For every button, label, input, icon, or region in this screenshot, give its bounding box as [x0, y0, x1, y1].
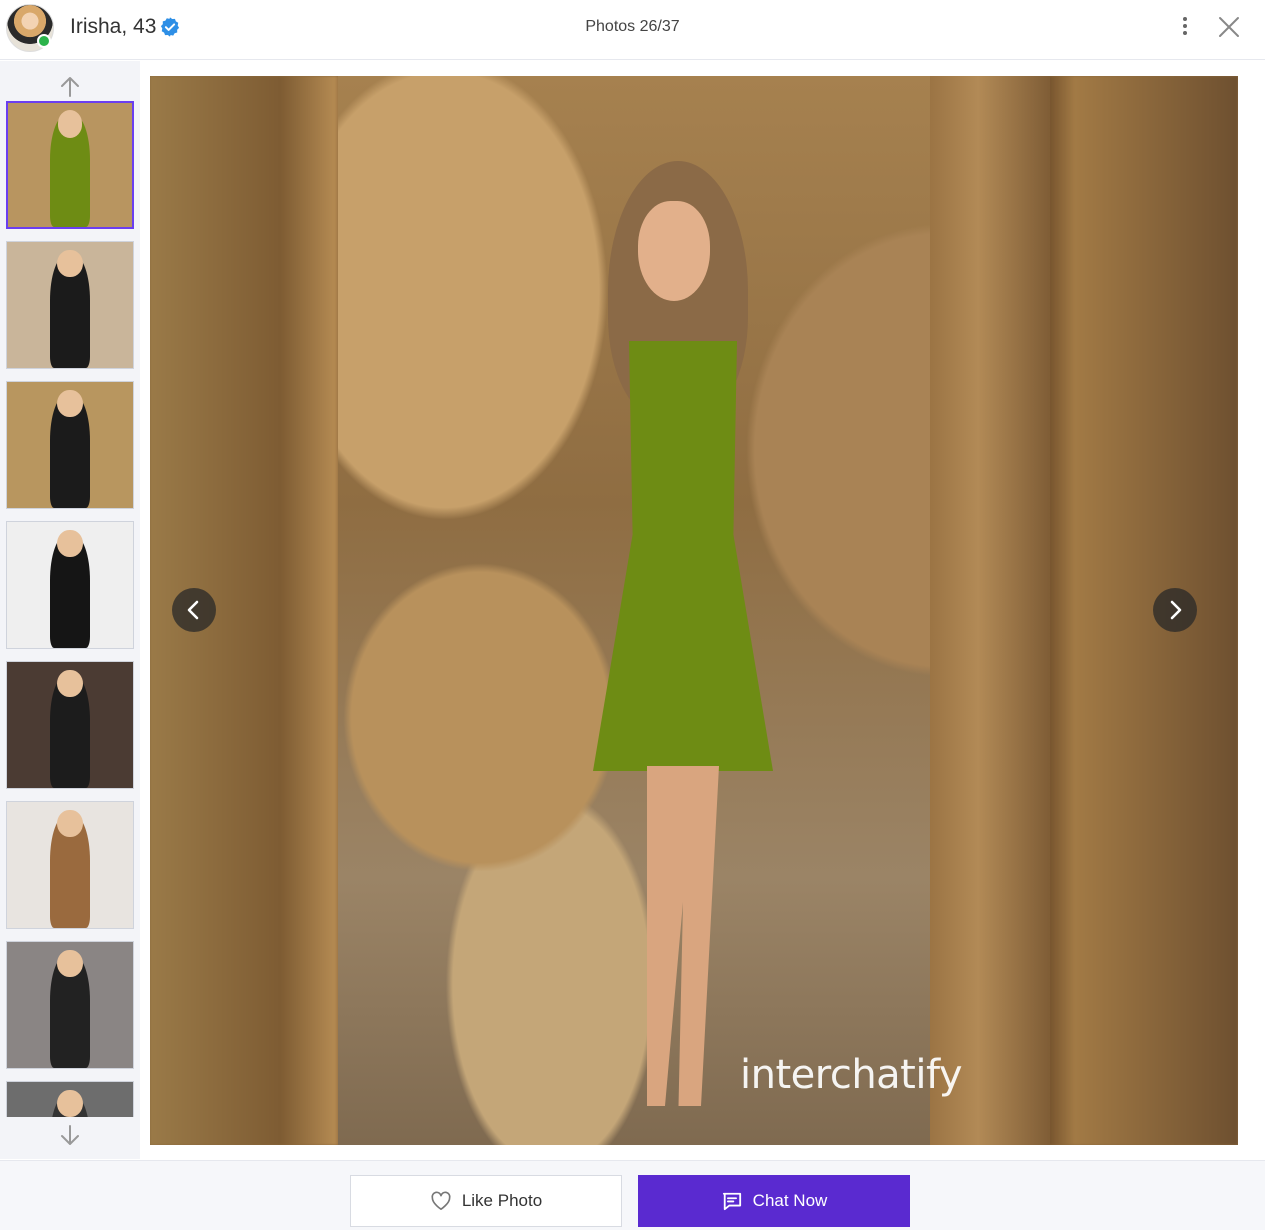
photo-thumbnail[interactable]: [6, 521, 134, 649]
previous-photo-button[interactable]: [172, 588, 216, 632]
photo-rock-wall: [930, 76, 1050, 1145]
thumbnail-head: [57, 669, 83, 698]
main-photo[interactable]: [338, 76, 1050, 1145]
thumbnail-sidebar: [0, 61, 140, 1159]
action-bar: Like Photo Chat Now: [0, 1160, 1265, 1230]
thumbnail-list: [6, 101, 134, 1117]
photo-counter: Photos 26/37: [585, 18, 680, 35]
thumbnail-head: [57, 949, 83, 978]
photo-viewer: interchatify: [150, 76, 1238, 1145]
photo-subject-legs: [647, 766, 719, 1106]
photo-subject-face: [638, 201, 710, 301]
chat-now-button[interactable]: Chat Now: [638, 1175, 910, 1227]
chat-now-label: Chat Now: [752, 1191, 828, 1210]
like-photo-label: Like Photo: [461, 1191, 543, 1210]
photo-thumbnail[interactable]: [6, 801, 134, 929]
chevron-left-icon: [187, 600, 199, 620]
photo-subject-dress: [593, 341, 773, 771]
like-photo-button[interactable]: Like Photo: [350, 1175, 622, 1227]
photo-thumbnail[interactable]: [6, 241, 134, 369]
online-status-indicator: [37, 34, 51, 48]
close-icon[interactable]: [1216, 14, 1242, 40]
heart-icon: [431, 1191, 451, 1210]
thumbnail-head: [57, 110, 83, 138]
chevron-right-icon: [1170, 600, 1182, 620]
photo-thumbnail[interactable]: [6, 941, 134, 1069]
thumbnail-head: [57, 1089, 83, 1117]
scroll-down-arrow-icon[interactable]: [56, 1121, 84, 1149]
thumbnail-head: [57, 809, 83, 838]
photo-thumbnail[interactable]: [6, 661, 134, 789]
photo-thumbnail[interactable]: [6, 381, 134, 509]
chat-bubble-icon: [722, 1192, 741, 1211]
thumbnail-head: [57, 249, 83, 278]
photo-watermark: interchatify: [740, 1052, 963, 1098]
photo-thumbnail[interactable]: [6, 1081, 134, 1117]
next-photo-button[interactable]: [1153, 588, 1197, 632]
viewer-header: Irisha, 43 Photos 26/37: [0, 0, 1265, 60]
scroll-up-arrow-icon[interactable]: [56, 73, 84, 101]
thumbnail-head: [57, 529, 83, 558]
more-options-icon[interactable]: [1176, 14, 1194, 42]
thumbnail-head: [57, 389, 83, 418]
photo-thumbnail[interactable]: [6, 101, 134, 229]
